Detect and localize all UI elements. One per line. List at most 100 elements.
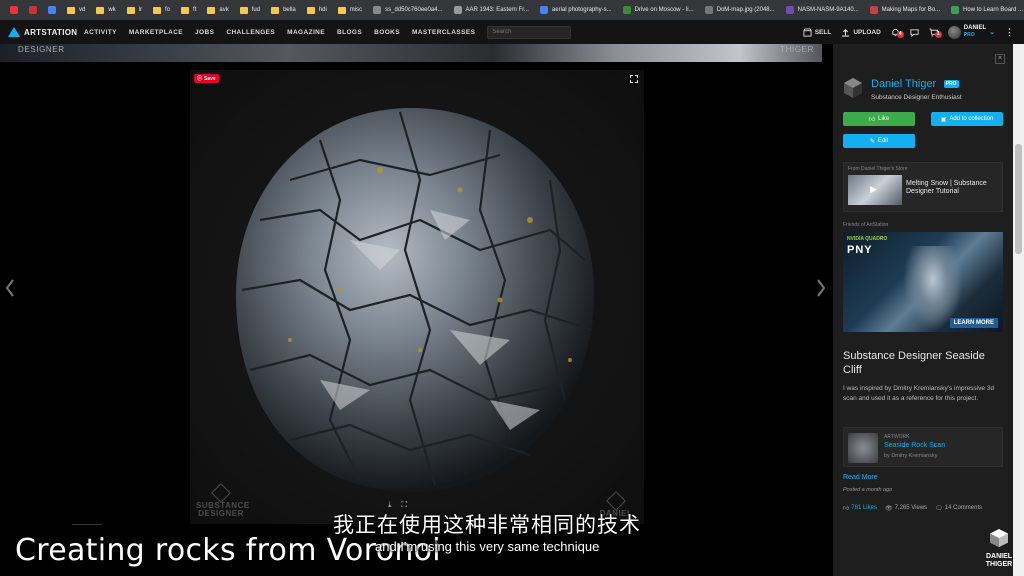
thumbs-up-icon: 👍︎ — [843, 506, 850, 512]
likes-count: 781 Likes — [851, 505, 877, 511]
channel-name-line2: THIGER — [985, 561, 1013, 568]
bookmark-item[interactable]: AAR 1943: Eastern Fr... — [450, 2, 533, 18]
bookmark-label: lr — [138, 7, 143, 13]
nav-jobs[interactable]: JOBS — [189, 29, 220, 36]
add-collection-label: Add to collection — [949, 116, 994, 122]
scrollbar-thumb[interactable] — [1015, 144, 1022, 254]
nav-challenges[interactable]: CHALLENGES — [220, 29, 281, 36]
edit-button[interactable]: ✎ Edit — [843, 134, 915, 148]
nav-books[interactable]: BOOKS — [368, 29, 406, 36]
pinterest-icon: ⓟ — [197, 76, 203, 82]
bookmark-item[interactable]: lr — [123, 2, 146, 18]
add-to-collection-button[interactable]: ▣ Add to collection — [931, 112, 1003, 126]
nav-right-group: SELL UPLOAD 4 1 DANIEL PRO ⌄ ⋮ — [803, 20, 1014, 44]
artwork-image[interactable]: ⓟ Save SUBSTANCE DESIGNER DANIEL ⤓ ⛶ — [190, 70, 644, 524]
bookmark-item[interactable]: DoM-map.jpg (2048... — [701, 2, 779, 18]
bookmark-item[interactable]: Drive on Moscow - li... — [619, 2, 698, 18]
bookmark-item[interactable]: How to Learn Board ... — [947, 2, 1024, 18]
referenced-author[interactable]: by Dmitry Kremiansky — [884, 453, 937, 459]
bookmark-item[interactable]: hdi — [303, 2, 331, 18]
bookmark-item[interactable]: ss_dd50c760ee0a4... — [369, 2, 446, 18]
rock-sphere-render — [235, 107, 595, 492]
referenced-title[interactable]: Seaside Rock Scan — [884, 442, 945, 449]
likes-stat[interactable]: 👍︎ 781 Likes — [843, 504, 877, 512]
more-menu-icon[interactable]: ⋮ — [1005, 27, 1014, 38]
scrollbar[interactable] — [1013, 44, 1024, 576]
bookmark-item[interactable]: avk — [203, 2, 232, 18]
bookmark-item[interactable]: fud — [236, 2, 264, 18]
bookmark-label: bella — [283, 7, 296, 13]
folder-icon — [207, 6, 216, 14]
nav-masterclasses[interactable]: MASTERCLASSES — [406, 29, 481, 36]
bookmark-item[interactable]: NASM-NASM-9A140... — [782, 2, 863, 18]
close-icon[interactable]: × — [995, 54, 1005, 64]
folder-icon — [337, 6, 346, 14]
folder-icon — [153, 6, 162, 14]
author-name[interactable]: Daniel Thiger — [871, 78, 936, 90]
bookmark-label: fo — [165, 7, 171, 13]
bookmark-item[interactable]: Making Maps for Bo... — [866, 2, 944, 18]
store-icon — [803, 27, 812, 37]
user-menu[interactable]: DANIEL PRO ⌄ — [947, 25, 995, 39]
user-pro-badge: PRO — [963, 32, 975, 38]
nav-blogs[interactable]: BLOGS — [331, 29, 368, 36]
sponsor-ad[interactable]: NVIDIA QUADRO PNY LEARN MORE — [843, 232, 1003, 332]
bookmark-label: misc — [349, 7, 363, 13]
store-thumbnail — [848, 175, 902, 205]
chevron-down-icon: ⌄ — [989, 29, 995, 36]
previous-arrow-icon[interactable] — [4, 278, 16, 298]
learn-more-button[interactable]: LEARN MORE — [949, 318, 998, 328]
comments-stat[interactable]: 🗨︎ 14 Comments — [935, 505, 982, 512]
user-info: DANIEL PRO — [964, 25, 986, 39]
pin-label: Save — [204, 75, 216, 82]
bookmark-item[interactable]: misc — [334, 2, 366, 18]
artwork-title: Substance Designer Seaside Cliff — [843, 350, 985, 376]
sell-button[interactable]: SELL — [803, 27, 831, 37]
store-product-card[interactable]: From Daniel Thiger's Store Melting Snow … — [843, 162, 1003, 212]
store-product-title[interactable]: Melting Snow | Substance Designer Tutori… — [906, 180, 1002, 196]
author-pro-badge: PRO — [943, 80, 959, 88]
upload-icon — [842, 28, 850, 37]
artwork-viewer: DESIGNER THIGER ⓟ Save SUBSTANCE DESIGNE… — [0, 44, 833, 576]
author-role: Substance Designer Enthusiast — [871, 94, 962, 101]
substance-logo-icon — [211, 483, 231, 503]
bookmark-item[interactable] — [6, 2, 22, 18]
artwork-stats: 👍︎ 781 Likes 👁︎ 7,265 Views 🗨︎ 14 Comments — [843, 504, 982, 512]
artstation-logo[interactable]: ARTSTATION — [0, 27, 78, 37]
bookmark-item[interactable]: bella — [267, 2, 300, 18]
referenced-artwork-card[interactable]: ARTWORK Seaside Rock Scan by Dmitry Krem… — [843, 427, 1003, 467]
bookmark-item[interactable]: wk — [92, 2, 119, 18]
notifications-count-badge: 4 — [896, 30, 904, 38]
folder-icon — [271, 6, 280, 14]
channel-logo-icon — [990, 529, 1008, 547]
bookmark-label: AAR 1943: Eastern Fr... — [465, 7, 529, 13]
messages-button[interactable] — [910, 28, 919, 37]
pinterest-save-button[interactable]: ⓟ Save — [194, 74, 219, 83]
favicon-icon — [704, 6, 713, 14]
like-button[interactable]: 👍︎ Like — [843, 112, 915, 126]
author-avatar-icon[interactable] — [843, 77, 863, 99]
folder-icon — [306, 6, 315, 14]
collection-icon: ▣ — [940, 116, 947, 123]
bookmark-item[interactable]: vd — [63, 2, 89, 18]
bookmark-item[interactable]: aerial photography-s... — [536, 2, 616, 18]
nav-activity[interactable]: ACTIVITY — [78, 29, 123, 36]
bookmark-item[interactable]: ft — [177, 2, 200, 18]
expand-icon[interactable] — [630, 75, 638, 83]
next-arrow-icon[interactable] — [815, 278, 827, 298]
bookmark-item[interactable]: fo — [149, 2, 174, 18]
folder-icon — [67, 6, 75, 14]
bookmark-item[interactable] — [44, 2, 60, 18]
bookmark-label: How to Learn Board ... — [963, 7, 1024, 13]
cart-button[interactable]: 1 — [929, 27, 942, 38]
artwork-sidebar: × Daniel Thiger PRO Substance Designer E… — [833, 44, 1013, 576]
bookmark-item[interactable] — [25, 2, 41, 18]
nav-marketplace[interactable]: MARKETPLACE — [123, 29, 189, 36]
favicon-icon — [869, 6, 878, 14]
bookmark-label: aerial photography-s... — [551, 7, 612, 13]
notifications-button[interactable]: 4 — [891, 28, 904, 38]
upload-button[interactable]: UPLOAD — [841, 28, 881, 37]
search-input[interactable] — [487, 25, 572, 39]
nav-magazine[interactable]: MAGAZINE — [281, 29, 331, 36]
read-more-link[interactable]: Read More — [843, 474, 878, 481]
